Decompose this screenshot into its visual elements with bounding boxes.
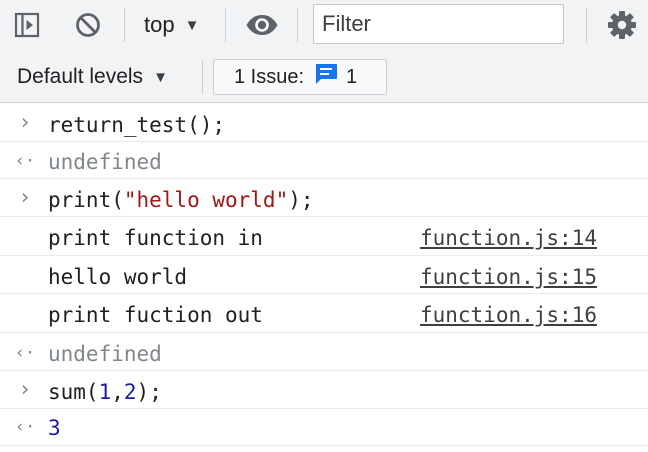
console-toolbar: top ▼ — [0, 0, 648, 51]
log-message: hello world — [48, 265, 188, 289]
gear-icon[interactable] — [607, 10, 637, 40]
issues-button[interactable]: 1 Issue: 1 — [213, 59, 387, 95]
context-label: top — [144, 12, 175, 37]
log-levels-label: Default levels — [17, 65, 144, 88]
sidebar-toggle-icon[interactable] — [14, 12, 40, 38]
console-command[interactable]: sum(1,2); — [48, 380, 162, 404]
filter-input[interactable] — [314, 5, 563, 43]
log-levels-dropdown[interactable]: Default levels ▼ — [17, 64, 168, 90]
source-link[interactable]: function.js:14 — [420, 226, 597, 250]
console-log-row: print function in function.js:14 — [0, 217, 648, 256]
chevron-down-icon: ▼ — [153, 68, 168, 86]
console-result-row: ‹· 3 — [0, 409, 648, 446]
console-input-row: › return_test(); — [0, 104, 648, 142]
toolbar-divider — [586, 8, 587, 42]
result-arrow-icon: ‹· — [14, 151, 36, 171]
clear-console-icon[interactable] — [75, 12, 101, 38]
prompt-chevron-icon: › — [18, 110, 32, 134]
console-log-row: hello world function.js:15 — [0, 256, 648, 294]
result-arrow-icon: ‹· — [14, 417, 36, 437]
source-link[interactable]: function.js:15 — [420, 265, 597, 289]
console-input-row: › sum(1,2); — [0, 371, 648, 409]
prompt-chevron-icon: › — [18, 377, 32, 401]
issues-count: 1 — [346, 65, 358, 88]
console-result-row: ‹· undefined — [0, 333, 648, 371]
message-icon — [314, 63, 338, 91]
toolbar-divider — [202, 60, 203, 94]
console-result: undefined — [48, 150, 162, 174]
console-command[interactable]: return_test(); — [48, 113, 225, 137]
log-message: print function in — [48, 226, 263, 250]
chevron-down-icon: ▼ — [184, 16, 200, 34]
console-input-row: › print("hello world"); — [0, 179, 648, 217]
issues-label: 1 Issue: — [234, 65, 305, 88]
console-command[interactable]: print("hello world"); — [48, 188, 314, 212]
prompt-chevron-icon: › — [18, 185, 32, 209]
log-message: print fuction out — [48, 303, 263, 327]
console-log-row: print fuction out function.js:16 — [0, 294, 648, 333]
eye-icon[interactable] — [245, 13, 279, 37]
toolbar-divider — [297, 8, 298, 42]
toolbar-divider — [225, 8, 226, 42]
filter-field[interactable] — [313, 4, 564, 44]
console-result: 3 — [48, 416, 61, 440]
toolbar-divider — [124, 8, 125, 42]
console-result-row: ‹· undefined — [0, 142, 648, 179]
context-selector[interactable]: top ▼ — [144, 12, 199, 38]
source-link[interactable]: function.js:16 — [420, 303, 597, 327]
result-arrow-icon: ‹· — [14, 343, 36, 363]
console-result: undefined — [48, 342, 162, 366]
